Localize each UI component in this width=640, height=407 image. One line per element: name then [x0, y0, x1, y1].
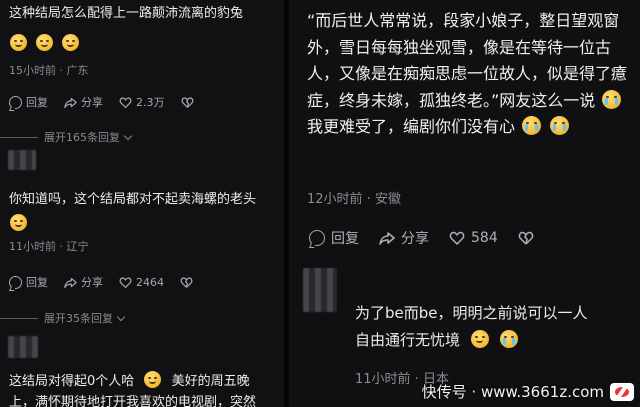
left-comment-panel: 这种结局怎么配得上一路颠沛流离的豹兔 15小时前 · 广东 回复 分享 2.3万… — [0, 0, 284, 407]
share-button[interactable]: 分享 — [379, 228, 429, 248]
comment-actions: 回复 分享 2464 — [9, 274, 209, 290]
emoji-row — [10, 34, 79, 51]
comment-text-part: 这结局对得起0个人哈 — [9, 374, 135, 389]
reply-button[interactable]: 回复 — [309, 228, 359, 248]
smile-emoji-icon — [470, 330, 489, 348]
share-icon — [64, 96, 77, 109]
crying-emoji-icon — [522, 116, 542, 135]
chevron-down-icon — [123, 131, 133, 140]
broken-heart-icon — [181, 96, 194, 109]
heart-icon — [119, 96, 132, 109]
share-label: 分享 — [401, 231, 429, 247]
share-button[interactable]: 分享 — [64, 274, 103, 290]
smile-emoji-icon — [144, 371, 162, 388]
avatar[interactable] — [8, 336, 38, 358]
like-count: 2.3万 — [136, 96, 165, 109]
reply-icon — [9, 275, 22, 289]
avatar[interactable] — [303, 268, 337, 312]
comment-text-line: 上，满怀期待地打开我喜欢的电视剧，突然 — [9, 395, 257, 407]
comment-text-line: 这结局对得起0个人哈 美好的周五晚 — [9, 371, 250, 392]
expand-replies-label: 展开165条回复 — [44, 131, 120, 144]
heart-icon — [449, 230, 465, 246]
heart-icon — [119, 276, 132, 289]
comment-text-part: 美好的周五晚 — [171, 374, 250, 389]
like-count: 2464 — [136, 275, 164, 289]
quote-text-end: 我更难受了，编剧你们没有心 — [307, 117, 516, 136]
reply-button[interactable]: 回复 — [9, 274, 48, 290]
reply-line-2-text: 自由通行无忧境 — [355, 331, 461, 349]
comment-actions: 回复 分享 584 — [309, 228, 554, 248]
dislike-button[interactable] — [181, 96, 194, 109]
reply-line-1: 为了be而be，明明之前说可以一人 — [355, 304, 588, 322]
expand-replies-button[interactable]: 展开165条回复 — [0, 129, 133, 145]
divider-line — [0, 317, 38, 319]
smile-emoji-icon — [10, 214, 27, 231]
share-button[interactable]: 分享 — [64, 94, 103, 110]
avatar[interactable] — [8, 150, 36, 170]
reply-label: 回复 — [26, 276, 48, 289]
dislike-button[interactable] — [180, 276, 193, 289]
like-count: 584 — [471, 230, 498, 246]
dislike-button[interactable] — [518, 230, 534, 246]
reply-line-2: 自由通行无忧境 — [355, 327, 625, 354]
like-button[interactable]: 2464 — [119, 276, 164, 289]
weibo-logo-icon — [610, 382, 634, 401]
like-button[interactable]: 2.3万 — [119, 94, 165, 110]
crying-emoji-icon — [602, 89, 622, 109]
comment-text: “而后世人常常说，段家小娘子，整日望观窗外，雪日每每独坐观雪，像是在等待一位古人… — [307, 8, 631, 141]
comment-text: 你知道吗，这个结局都对不起卖海螺的老头 — [9, 192, 257, 207]
reply-label: 回复 — [331, 231, 359, 247]
comment-actions: 回复 分享 2.3万 — [9, 94, 210, 110]
watermark: 快传号 · www.3661z.com — [422, 381, 634, 402]
comment-text: 这种结局怎么配得上一路颠沛流离的豹兔 — [9, 6, 244, 21]
like-button[interactable]: 584 — [449, 230, 498, 246]
comment-meta: 11小时前 · 辽宁 — [9, 240, 89, 253]
emoji-row — [10, 214, 27, 231]
crying-emoji-icon — [550, 116, 570, 135]
smile-emoji-icon — [62, 34, 79, 51]
share-label: 分享 — [81, 96, 103, 109]
crying-emoji-icon — [499, 330, 518, 348]
quote-text: “而后世人常常说，段家小娘子，整日望观窗外，雪日每每独坐观雪，像是在等待一位古人… — [307, 11, 628, 110]
smile-emoji-icon — [10, 34, 27, 51]
chevron-down-icon — [116, 312, 126, 321]
share-icon — [379, 230, 395, 246]
comment-meta: 12小时前 · 安徽 — [307, 192, 401, 207]
right-comment-panel: “而后世人常常说，段家小娘子，整日望观窗外，雪日每每独坐观雪，像是在等待一位古人… — [289, 0, 640, 407]
smile-emoji-icon — [36, 34, 53, 51]
share-label: 分享 — [81, 276, 103, 289]
watermark-text: 快传号 · www.3661z.com — [421, 383, 604, 401]
expand-replies-button[interactable]: 展开35条回复 — [0, 310, 126, 326]
reply-button[interactable]: 回复 — [9, 94, 48, 110]
reply-comment-text: 为了be而be，明明之前说可以一人 自由通行无忧境 — [355, 300, 625, 354]
comment-meta: 15小时前 · 广东 — [9, 64, 89, 77]
expand-replies-label: 展开35条回复 — [44, 312, 113, 325]
reply-label: 回复 — [26, 96, 48, 109]
broken-heart-icon — [518, 230, 534, 246]
broken-heart-icon — [180, 276, 193, 289]
reply-icon — [309, 230, 325, 246]
share-icon — [64, 276, 77, 289]
divider-line — [0, 136, 38, 138]
reply-icon — [9, 95, 22, 109]
